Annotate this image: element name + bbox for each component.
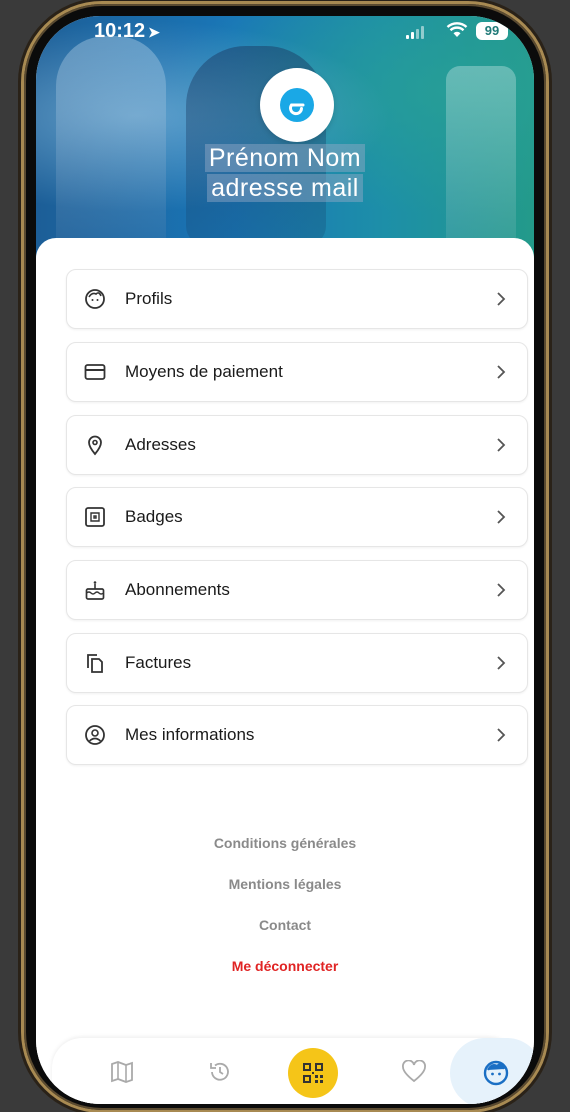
- menu-item-label: Factures: [125, 653, 192, 672]
- user-name: Prénom Nom: [36, 144, 534, 173]
- menu-item-payment-methods[interactable]: Moyens de paiement: [66, 342, 528, 402]
- menu-item-my-information[interactable]: Mes informations: [66, 705, 528, 765]
- brand-e-icon: [280, 88, 314, 122]
- status-bar: 10:12 ➤ 99: [36, 16, 534, 60]
- menu-item-subscriptions[interactable]: Abonnements: [66, 560, 528, 620]
- status-time: 10:12 ➤: [94, 20, 160, 42]
- app-screen: 10:12 ➤ 99 Prénom Nom adresse mail Profi…: [36, 16, 534, 1104]
- chevron-right-icon: [489, 433, 513, 457]
- wifi-icon: [446, 22, 468, 37]
- tab-history[interactable]: [198, 1050, 242, 1094]
- history-icon: [210, 1062, 229, 1081]
- menu-item-label: Adresses: [125, 435, 196, 454]
- menu-item-label: Mes informations: [125, 725, 255, 744]
- chevron-right-icon: [489, 651, 513, 675]
- profile-menu-sheet: Profils Moyens de paiement Adresses Badg…: [36, 238, 534, 1104]
- menu-item-label: Moyens de paiement: [125, 362, 283, 381]
- header-banner: 10:12 ➤ 99 Prénom Nom adresse mail: [36, 16, 534, 266]
- chevron-right-icon: [489, 287, 513, 311]
- user-email: adresse mail: [36, 174, 534, 203]
- chevron-right-icon: [489, 505, 513, 529]
- user-circle-icon: [83, 723, 107, 747]
- logout-link[interactable]: Me déconnecter: [36, 958, 534, 974]
- profile-face-icon: [483, 1060, 509, 1086]
- cellular-signal-icon: [406, 26, 424, 39]
- location-pin-icon: [83, 433, 107, 457]
- heart-icon: [402, 1060, 426, 1083]
- tab-favorites[interactable]: [392, 1050, 436, 1094]
- tab-qr-scan[interactable]: [288, 1048, 338, 1098]
- bottom-tab-bar: [52, 1038, 534, 1104]
- profile-face-icon: [83, 287, 107, 311]
- battery-indicator: 99: [476, 22, 508, 40]
- chevron-right-icon: [489, 578, 513, 602]
- menu-item-badges[interactable]: Badges: [66, 487, 528, 547]
- badge-icon: [83, 505, 107, 529]
- menu-item-label: Abonnements: [125, 580, 230, 599]
- tab-map[interactable]: [100, 1050, 144, 1094]
- tab-profile[interactable]: [450, 1038, 534, 1104]
- legal-notice-link[interactable]: Mentions légales: [36, 876, 534, 892]
- chevron-right-icon: [489, 360, 513, 384]
- map-icon: [111, 1061, 133, 1083]
- app-logo: [260, 68, 334, 142]
- credit-card-icon: [83, 360, 107, 384]
- menu-item-profils[interactable]: Profils: [66, 269, 528, 329]
- location-arrow-icon: ➤: [148, 24, 160, 40]
- terms-link[interactable]: Conditions générales: [36, 835, 534, 851]
- menu-item-label: Badges: [125, 507, 183, 526]
- documents-icon: [83, 651, 107, 675]
- chevron-right-icon: [489, 723, 513, 747]
- contact-link[interactable]: Contact: [36, 917, 534, 933]
- cake-icon: [83, 578, 107, 602]
- menu-item-label: Profils: [125, 289, 173, 308]
- menu-item-invoices[interactable]: Factures: [66, 633, 528, 693]
- qr-code-icon: [303, 1063, 323, 1083]
- menu-item-addresses[interactable]: Adresses: [66, 415, 528, 475]
